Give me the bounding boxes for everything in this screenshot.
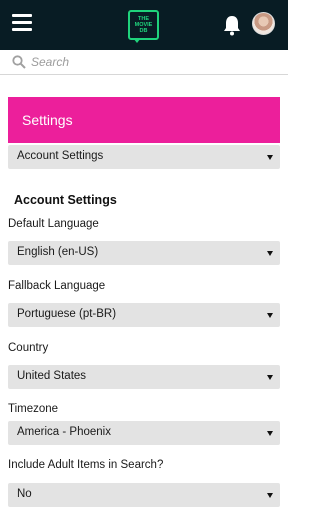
search-icon [12, 55, 26, 69]
chevron-down-icon [267, 375, 273, 380]
default-language-select[interactable]: English (en-US) [8, 241, 280, 265]
search-input[interactable] [31, 53, 281, 71]
settings-header: Settings [8, 97, 280, 143]
chevron-down-icon [267, 313, 273, 318]
default-language-value: English (en-US) [17, 246, 99, 258]
chevron-down-icon [267, 251, 273, 256]
chevron-down-icon [267, 431, 273, 436]
fallback-language-select[interactable]: Portuguese (pt-BR) [8, 303, 280, 327]
top-app-bar: THE MOVIE DB [0, 0, 288, 50]
timezone-value: America - Phoenix [17, 426, 111, 438]
default-language-label: Default Language [8, 218, 99, 230]
account-settings-heading: Account Settings [14, 193, 117, 207]
country-select[interactable]: United States [8, 365, 280, 389]
settings-title: Settings [22, 112, 73, 128]
search-bar [0, 50, 288, 75]
timezone-select[interactable]: America - Phoenix [8, 421, 280, 445]
hamburger-menu-icon[interactable] [12, 14, 32, 36]
country-label: Country [8, 342, 49, 354]
country-value: United States [17, 370, 87, 382]
settings-section-select[interactable]: Account Settings [8, 145, 280, 169]
fallback-language-label: Fallback Language [8, 280, 106, 292]
timezone-label: Timezone [8, 403, 59, 415]
chevron-down-icon [267, 493, 273, 498]
user-avatar[interactable] [252, 12, 275, 35]
bell-icon[interactable] [222, 14, 242, 36]
fallback-language-value: Portuguese (pt-BR) [17, 308, 117, 320]
tmdb-logo[interactable]: THE MOVIE DB [128, 10, 159, 43]
adult-items-label: Include Adult Items in Search? [8, 459, 164, 471]
adult-items-value: No [17, 488, 32, 500]
settings-section-value: Account Settings [17, 150, 104, 162]
adult-items-select[interactable]: No [8, 483, 280, 507]
chevron-down-icon [267, 155, 273, 160]
